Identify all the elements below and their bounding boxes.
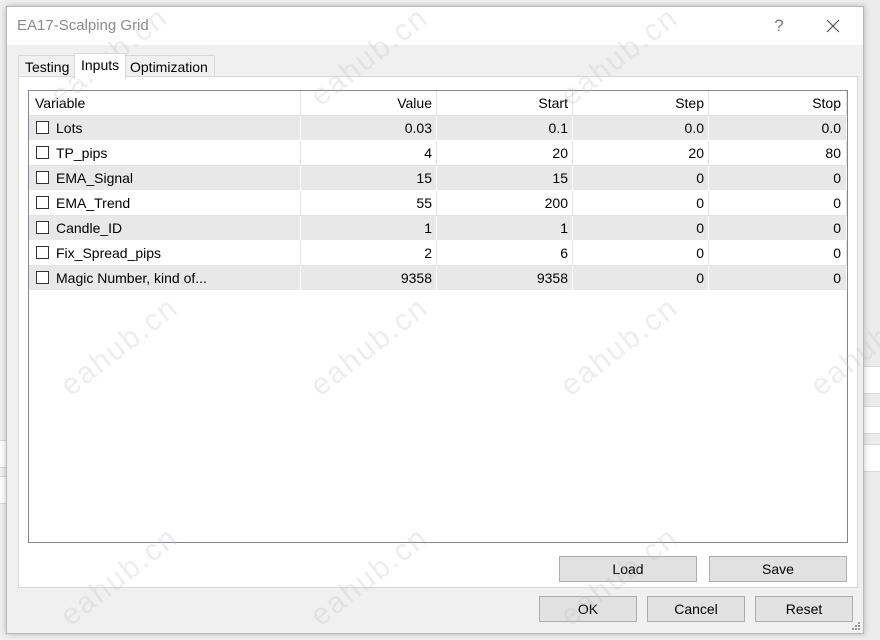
stop-cell[interactable]: 0 [709,216,847,241]
title-bar: EA17-Scalping Grid ? [7,7,863,45]
start-cell[interactable]: 1 [437,216,573,241]
background-app-strip [862,366,880,394]
step-cell[interactable]: 0 [573,216,709,241]
stop-cell[interactable]: 0.0 [709,116,847,141]
value-cell[interactable]: 15 [301,166,437,191]
value-cell[interactable]: 55 [301,191,437,216]
column-header-value[interactable]: Value [301,91,437,116]
value-cell[interactable]: 4 [301,141,437,166]
variable-name: EMA_Trend [56,195,131,211]
step-cell[interactable]: 0 [573,166,709,191]
optimize-checkbox[interactable] [36,271,49,284]
background-app-strip [862,444,880,472]
column-header-step[interactable]: Step [573,91,709,116]
table-row[interactable]: Magic Number, kind of... 9358 9358 0 0 [29,266,847,291]
optimize-checkbox[interactable] [36,246,49,259]
optimize-checkbox[interactable] [36,221,49,234]
variable-cell: EMA_Trend [29,191,301,216]
tab-optimization[interactable]: Optimization [123,55,215,77]
start-cell[interactable]: 6 [437,241,573,266]
table-row[interactable]: TP_pips 4 20 20 80 [29,141,847,166]
step-cell[interactable]: 0 [573,266,709,291]
load-button[interactable]: Load [559,556,697,582]
value-cell[interactable]: 0.03 [301,116,437,141]
value-cell[interactable]: 2 [301,241,437,266]
background-app [862,0,880,640]
optimize-checkbox[interactable] [36,171,49,184]
close-icon [826,19,840,33]
variable-cell: EMA_Signal [29,166,301,191]
start-cell[interactable]: 15 [437,166,573,191]
variable-cell: TP_pips [29,141,301,166]
step-cell[interactable]: 0.0 [573,116,709,141]
step-cell[interactable]: 0 [573,241,709,266]
variable-name: Candle_ID [56,220,123,236]
start-cell[interactable]: 0.1 [437,116,573,141]
table-row[interactable]: EMA_Trend 55 200 0 0 [29,191,847,216]
column-header-stop[interactable]: Stop [709,91,847,116]
optimize-checkbox[interactable] [36,121,49,134]
variable-name: EMA_Signal [56,170,134,186]
reset-button[interactable]: Reset [755,596,853,622]
value-cell[interactable]: 9358 [301,266,437,291]
optimize-checkbox[interactable] [36,146,49,159]
close-button[interactable] [815,11,851,41]
stop-cell[interactable]: 80 [709,141,847,166]
inputs-panel: Variable Value Start Step Stop Lots 0.03 0… [18,76,858,588]
variable-cell: Magic Number, kind of... [29,266,301,291]
stop-cell[interactable]: 0 [709,166,847,191]
tab-testing[interactable]: Testing [18,55,77,77]
step-cell[interactable]: 20 [573,141,709,166]
column-header-start[interactable]: Start [437,91,573,116]
save-button[interactable]: Save [709,556,847,582]
variable-cell: Fix_Spread_pips [29,241,301,266]
table-row[interactable]: Fix_Spread_pips 2 6 0 0 [29,241,847,266]
start-cell[interactable]: 200 [437,191,573,216]
start-cell[interactable]: 20 [437,141,573,166]
step-cell[interactable]: 0 [573,191,709,216]
stop-cell[interactable]: 0 [709,191,847,216]
table-row[interactable]: Lots 0.03 0.1 0.0 0.0 [29,116,847,141]
tab-inputs[interactable]: Inputs [74,53,127,79]
stop-cell[interactable]: 0 [709,241,847,266]
cancel-button[interactable]: Cancel [647,596,745,622]
variable-name: Lots [56,120,83,136]
start-cell[interactable]: 9358 [437,266,573,291]
table-row[interactable]: Candle_ID 1 1 0 0 [29,216,847,241]
ok-button[interactable]: OK [539,596,637,622]
background-app-strip [862,406,880,434]
properties-dialog: EA17-Scalping Grid ? Testing Inputs Opti… [6,6,864,634]
dialog-title: EA17-Scalping Grid [17,17,149,34]
value-cell[interactable]: 1 [301,216,437,241]
stop-cell[interactable]: 0 [709,266,847,291]
variable-cell: Candle_ID [29,216,301,241]
variable-cell: Lots [29,116,301,141]
variable-name: Magic Number, kind of... [56,270,207,286]
table-row[interactable]: EMA_Signal 15 15 0 0 [29,166,847,191]
grid-header: Variable Value Start Step Stop [29,91,847,116]
column-header-variable[interactable]: Variable [29,91,301,116]
resize-grip-icon[interactable] [851,621,861,631]
variable-name: TP_pips [56,145,108,161]
variable-name: Fix_Spread_pips [56,245,162,261]
optimize-checkbox[interactable] [36,196,49,209]
inputs-grid: Variable Value Start Step Stop Lots 0.03 0… [28,90,848,543]
help-button[interactable]: ? [764,11,794,41]
